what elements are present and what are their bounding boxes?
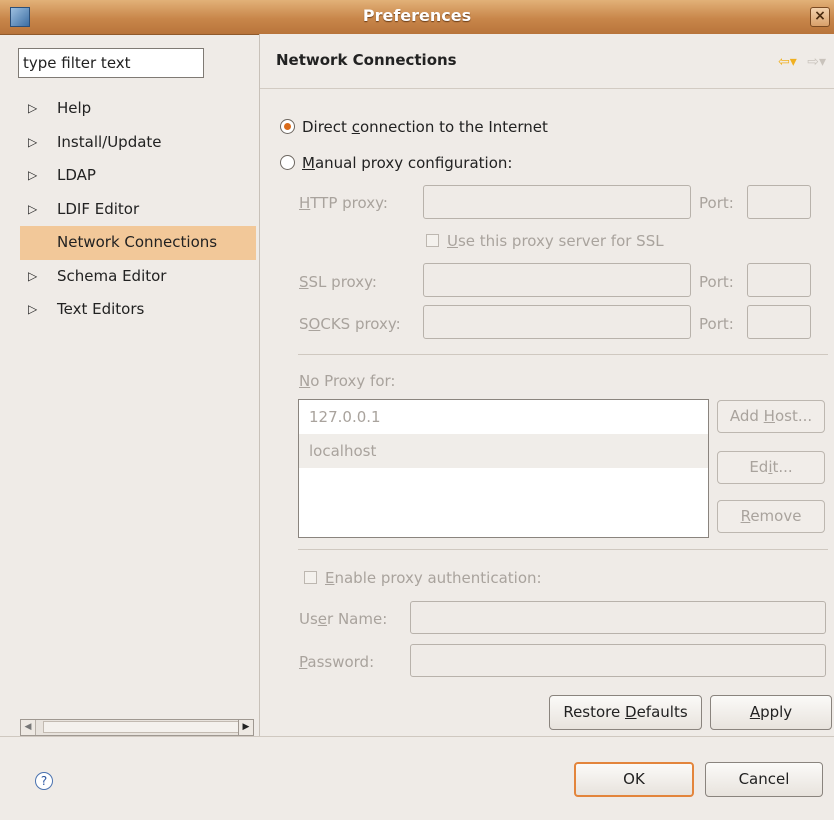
expand-arrow-icon[interactable]: ▷ bbox=[28, 193, 37, 225]
socks-proxy-input[interactable] bbox=[423, 305, 691, 339]
tree-item-label: Network Connections bbox=[57, 233, 218, 251]
preference-tree: ▷ Help ▷ Install/Update ▷ LDAP ▷ LDIF Ed… bbox=[20, 92, 256, 327]
user-name-label: User Name: bbox=[299, 610, 388, 628]
http-proxy-input[interactable] bbox=[423, 185, 691, 219]
radio-unselected-icon[interactable] bbox=[280, 155, 295, 170]
socks-port-label: Port: bbox=[699, 315, 734, 333]
tree-item-label: LDIF Editor bbox=[57, 199, 140, 218]
use-proxy-for-ssl-checkbox[interactable]: Use this proxy server for SSL bbox=[426, 231, 664, 251]
back-arrow-icon[interactable]: ⇦▾ bbox=[778, 54, 797, 70]
http-proxy-label: HTTP proxy: bbox=[299, 194, 388, 212]
expand-arrow-icon[interactable]: ▷ bbox=[28, 293, 37, 325]
http-port-input[interactable] bbox=[747, 185, 811, 219]
no-proxy-label: No Proxy for: bbox=[299, 372, 396, 390]
network-connections-page: Direct connection to the Internet Manual… bbox=[260, 89, 834, 736]
password-input[interactable] bbox=[410, 644, 826, 677]
restore-defaults-button[interactable]: Restore Defaults bbox=[549, 695, 702, 730]
tree-item-ldif-editor[interactable]: ▷ LDIF Editor bbox=[20, 193, 256, 227]
tree-item-label: Text Editors bbox=[57, 300, 145, 318]
tree-item-label: Install/Update bbox=[57, 132, 162, 151]
tree-item-text-editors[interactable]: ▷ Text Editors bbox=[20, 293, 256, 327]
password-label: Password: bbox=[299, 653, 375, 671]
checkbox-icon[interactable] bbox=[426, 234, 439, 247]
tree-item-network-connections[interactable]: Network Connections bbox=[20, 226, 256, 260]
ssl-proxy-input[interactable] bbox=[423, 263, 691, 297]
ok-button[interactable]: OK bbox=[574, 762, 694, 797]
filter-input[interactable] bbox=[18, 48, 204, 78]
user-name-input[interactable] bbox=[410, 601, 826, 634]
list-item[interactable]: localhost bbox=[299, 434, 708, 468]
no-proxy-host-list[interactable]: 127.0.0.1 localhost bbox=[298, 399, 709, 538]
http-port-label: Port: bbox=[699, 194, 734, 212]
list-item[interactable]: 127.0.0.1 bbox=[299, 400, 708, 434]
dialog-button-bar: ? OK Cancel bbox=[0, 736, 834, 820]
scroll-left-icon[interactable]: ◀ bbox=[21, 720, 36, 735]
separator bbox=[298, 549, 828, 550]
socks-port-input[interactable] bbox=[747, 305, 811, 339]
expand-arrow-icon[interactable]: ▷ bbox=[28, 92, 37, 124]
tree-item-schema-editor[interactable]: ▷ Schema Editor bbox=[20, 260, 256, 294]
expand-arrow-icon[interactable]: ▷ bbox=[28, 260, 37, 292]
history-nav: ⇦▾ ⇨▾ bbox=[778, 54, 826, 70]
expand-arrow-icon[interactable]: ▷ bbox=[28, 159, 37, 191]
cancel-button[interactable]: Cancel bbox=[705, 762, 823, 797]
direct-connection-radio[interactable]: Direct connection to the Internet bbox=[280, 115, 548, 139]
add-host-button[interactable]: Add Host... bbox=[717, 400, 825, 433]
scrollbar-thumb[interactable] bbox=[43, 721, 243, 733]
radio-selected-icon[interactable] bbox=[280, 119, 295, 134]
tree-horizontal-scrollbar[interactable]: ◀ ▶ bbox=[20, 719, 254, 736]
tree-item-ldap[interactable]: ▷ LDAP bbox=[20, 159, 256, 193]
page-header: Network Connections ⇦▾ ⇨▾ bbox=[260, 34, 834, 89]
tree-item-help[interactable]: ▷ Help bbox=[20, 92, 256, 126]
separator bbox=[298, 354, 828, 355]
tree-item-install-update[interactable]: ▷ Install/Update bbox=[20, 126, 256, 160]
expand-arrow-icon[interactable]: ▷ bbox=[28, 126, 37, 158]
manual-proxy-label: Manual proxy configuration: bbox=[302, 154, 513, 172]
tree-item-label: Help bbox=[57, 99, 92, 117]
manual-proxy-radio[interactable]: Manual proxy configuration: bbox=[280, 151, 512, 175]
help-icon[interactable]: ? bbox=[35, 772, 53, 790]
title-bar[interactable]: Preferences × bbox=[0, 0, 834, 35]
tree-item-label: LDAP bbox=[57, 166, 96, 184]
window-title: Preferences bbox=[362, 6, 472, 25]
socks-proxy-label: SOCKS proxy: bbox=[299, 315, 401, 333]
ssl-port-label: Port: bbox=[699, 273, 734, 291]
preferences-window: Preferences × ▷ Help ▷ Install/Update ▷ … bbox=[0, 0, 834, 820]
page-title: Network Connections bbox=[276, 51, 457, 69]
ssl-proxy-label: SSL proxy: bbox=[299, 273, 377, 291]
direct-connection-label: Direct connection to the Internet bbox=[302, 118, 548, 136]
enable-proxy-auth-checkbox[interactable]: Enable proxy authentication: bbox=[304, 568, 542, 588]
tree-item-label: Schema Editor bbox=[57, 266, 167, 285]
edit-host-button[interactable]: Edit... bbox=[717, 451, 825, 484]
apply-button[interactable]: Apply bbox=[710, 695, 832, 730]
close-icon[interactable]: × bbox=[810, 7, 830, 27]
forward-arrow-icon[interactable]: ⇨▾ bbox=[807, 54, 826, 70]
checkbox-icon[interactable] bbox=[304, 571, 317, 584]
scroll-right-icon[interactable]: ▶ bbox=[238, 720, 253, 735]
ssl-port-input[interactable] bbox=[747, 263, 811, 297]
remove-host-button[interactable]: Remove bbox=[717, 500, 825, 533]
